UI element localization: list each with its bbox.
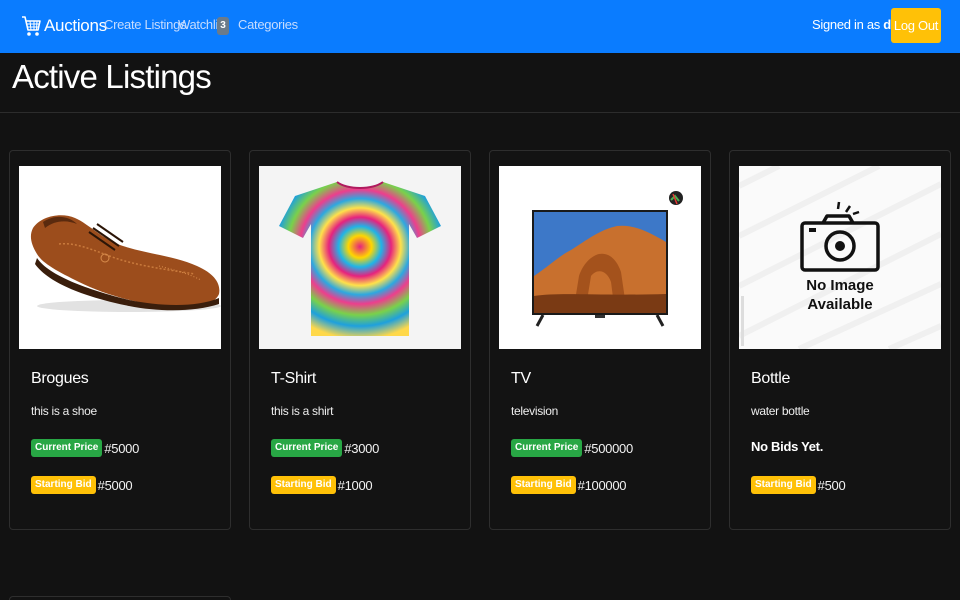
brand-link[interactable]: Auctions xyxy=(21,13,107,39)
starting-bid-row: Starting Bid #5000 xyxy=(31,476,133,494)
navbar: Auctions Create Listings Watchlist 3 Cat… xyxy=(0,0,960,53)
signed-in-prefix: Signed in as xyxy=(812,17,880,32)
starting-bid-value: #100000 xyxy=(577,477,627,493)
current-price-row: Current Price #500000 xyxy=(511,439,633,457)
watchlist-count-badge: 3 xyxy=(217,17,229,35)
starting-bid-badge: Starting Bid xyxy=(271,476,336,494)
starting-bid-value: #1000 xyxy=(337,477,373,493)
listing-image[interactable] xyxy=(499,166,701,349)
current-price-value: #500000 xyxy=(584,440,633,456)
brogue-shoe-image xyxy=(19,166,221,349)
starting-bid-row: Starting Bid #500 xyxy=(751,476,846,494)
nav-categories[interactable]: Categories xyxy=(238,17,298,32)
no-image-text: No Image Available xyxy=(739,276,941,314)
listing-description: television xyxy=(511,404,559,418)
no-bids-text: No Bids Yet. xyxy=(751,439,824,454)
current-price-value: #5000 xyxy=(104,440,140,456)
starting-bid-value: #500 xyxy=(817,477,846,493)
listing-image[interactable] xyxy=(259,166,461,349)
listing-description: water bottle xyxy=(751,404,810,418)
starting-bid-badge: Starting Bid xyxy=(751,476,816,494)
listing-card[interactable]: TV television Current Price #500000 Star… xyxy=(489,150,711,530)
page-title: Active Listings xyxy=(12,58,212,95)
starting-bid-row: Starting Bid #100000 xyxy=(511,476,626,494)
listing-title[interactable]: Brogues xyxy=(31,370,89,388)
current-price-row: Current Price #3000 xyxy=(271,439,379,457)
no-image-line-2: Available xyxy=(807,296,873,313)
divider xyxy=(0,112,960,113)
listing-title[interactable]: TV xyxy=(511,370,531,388)
television-image xyxy=(499,166,701,349)
listing-description: this is a shirt xyxy=(271,404,334,418)
starting-bid-badge: Starting Bid xyxy=(511,476,576,494)
starting-bid-badge: Starting Bid xyxy=(31,476,96,494)
cart-icon xyxy=(22,16,41,36)
current-price-badge: Current Price xyxy=(271,439,343,457)
listing-card[interactable]: T-Shirt this is a shirt Current Price #3… xyxy=(249,150,471,530)
no-image-line-1: No Image xyxy=(806,277,874,294)
listing-title[interactable]: T-Shirt xyxy=(271,370,316,388)
tie-dye-tshirt-image xyxy=(259,166,461,349)
brand-name: Auctions xyxy=(44,16,107,35)
listing-title[interactable]: Bottle xyxy=(751,370,790,388)
listing-card[interactable]: No Image Available Bottle water bottle N… xyxy=(729,150,951,530)
logout-button[interactable]: Log Out xyxy=(891,8,941,43)
listing-image[interactable]: No Image Available xyxy=(739,166,941,349)
nav-create-listings[interactable]: Create Listings xyxy=(104,17,187,32)
starting-bid-row: Starting Bid #1000 xyxy=(271,476,373,494)
no-bids-row: No Bids Yet. xyxy=(751,439,823,454)
listing-card[interactable]: Brogues this is a shoe Current Price #50… xyxy=(9,150,231,530)
current-price-badge: Current Price xyxy=(31,439,103,457)
current-price-value: #3000 xyxy=(344,440,380,456)
starting-bid-value: #5000 xyxy=(97,477,133,493)
next-row-card-edge xyxy=(9,596,231,600)
current-price-row: Current Price #5000 xyxy=(31,439,139,457)
listing-description: this is a shoe xyxy=(31,404,97,418)
listing-image[interactable] xyxy=(19,166,221,349)
no-image-placeholder xyxy=(739,166,941,349)
current-price-badge: Current Price xyxy=(511,439,583,457)
